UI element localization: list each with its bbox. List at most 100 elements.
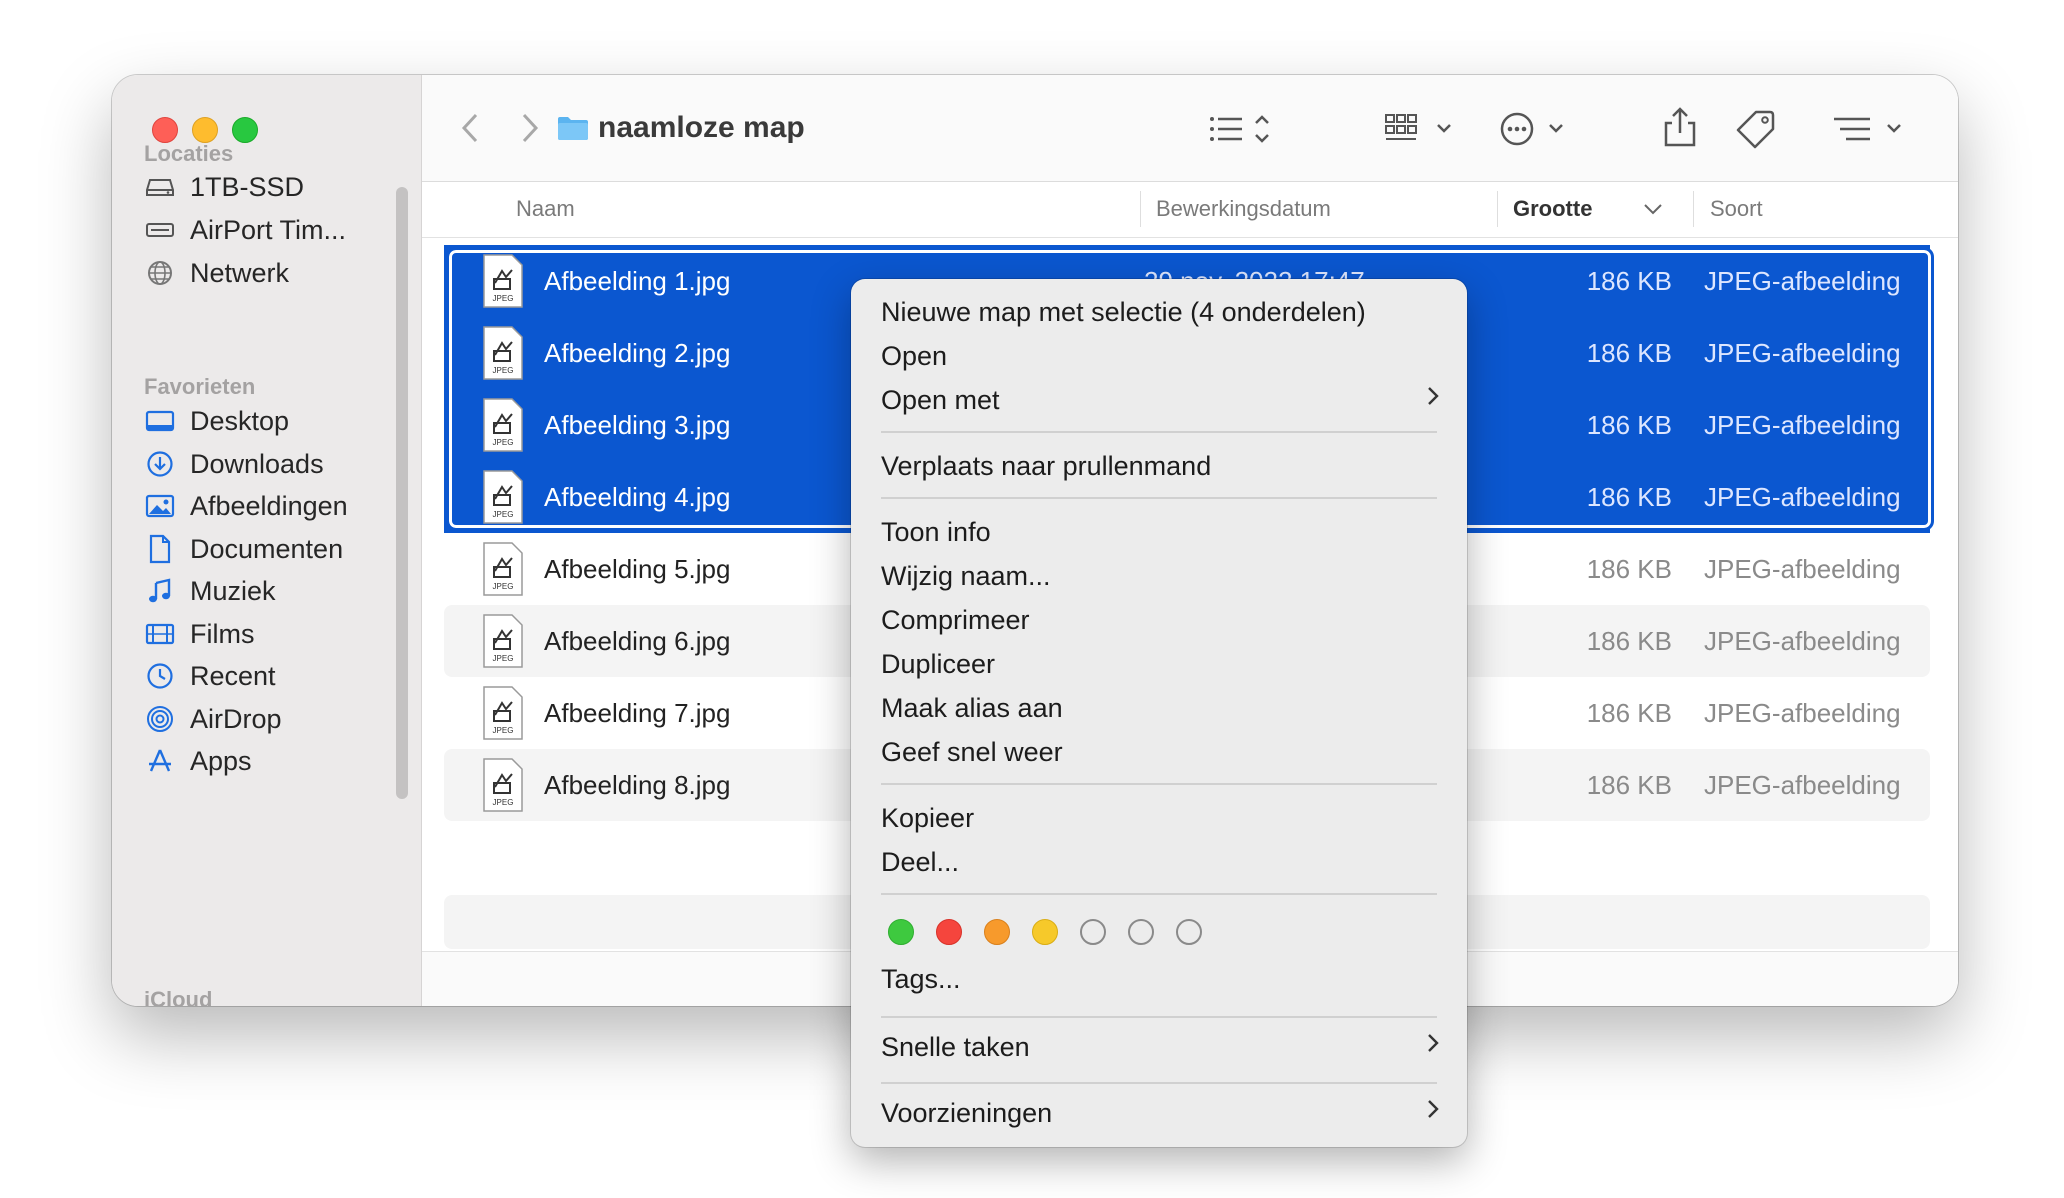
menu-item-label: Snelle taken [881, 1031, 1030, 1062]
chevron-right-icon [1425, 382, 1441, 417]
sidebar-item-documenten[interactable]: Documenten [144, 529, 384, 569]
menu-item-tags[interactable]: Tags... [881, 959, 1441, 999]
downloads-icon [144, 448, 176, 480]
tag-empty-dot[interactable] [1128, 919, 1154, 945]
column-divider[interactable] [1693, 191, 1694, 227]
share-button[interactable] [1662, 105, 1698, 149]
menu-item-get-info[interactable]: Toon info [881, 512, 1441, 552]
file-kind: JPEG-afbeelding [1704, 625, 1901, 656]
menu-item-move-to-trash[interactable]: Verplaats naar prullenmand [881, 446, 1441, 486]
tag-button[interactable] [1736, 109, 1776, 149]
menu-item-quick-actions[interactable]: Snelle taken [881, 1027, 1441, 1067]
tag-yellow-dot[interactable] [1032, 919, 1058, 945]
tag-empty-dot[interactable] [1176, 919, 1202, 945]
window-title: naamloze map [598, 111, 805, 144]
menu-item-new-folder-with-selection[interactable]: Nieuwe map met selectie (4 onderdelen) [881, 292, 1441, 332]
file-size: 186 KB [1586, 481, 1672, 512]
jpeg-file-icon: JPEG [482, 325, 524, 381]
tag-icon [1736, 110, 1775, 149]
chevron-right-icon [1425, 1029, 1441, 1064]
menu-item-quick-look[interactable]: Geef snel weer [881, 732, 1441, 772]
share-icon [1664, 107, 1696, 147]
tag-orange-dot[interactable] [984, 919, 1010, 945]
file-name: Afbeelding 6.jpg [544, 625, 731, 656]
sort-options-button[interactable] [1832, 109, 1908, 149]
svg-text:JPEG: JPEG [493, 726, 514, 735]
file-kind: JPEG-afbeelding [1704, 769, 1901, 800]
sidebar-item-netwerk[interactable]: Netwerk [144, 253, 384, 293]
menu-item-duplicate[interactable]: Dupliceer [881, 644, 1441, 684]
tag-red-dot[interactable] [936, 919, 962, 945]
menu-item-copy[interactable]: Kopieer [881, 798, 1441, 838]
file-size: 186 KB [1586, 769, 1672, 800]
svg-text:JPEG: JPEG [493, 654, 514, 663]
file-name: Afbeelding 3.jpg [544, 409, 731, 440]
sidebar-item-recent[interactable]: Recent [144, 656, 384, 696]
sidebar-item-1tb-ssd[interactable]: 1TB-SSD [144, 167, 384, 207]
action-button[interactable] [1500, 109, 1574, 149]
menu-separator [881, 1082, 1437, 1084]
apps-icon [144, 745, 176, 777]
menu-item-label: Tags... [881, 963, 961, 994]
svg-text:JPEG: JPEG [493, 510, 514, 519]
forward-button[interactable] [518, 111, 542, 145]
menu-item-open[interactable]: Open [881, 336, 1441, 376]
grid-icon [1385, 114, 1451, 140]
file-size: 186 KB [1586, 697, 1672, 728]
sort-chevron-down-icon[interactable] [1642, 181, 1664, 237]
column-kind[interactable]: Soort [1710, 181, 1763, 237]
drive-icon [144, 171, 176, 203]
folder-icon [556, 114, 590, 142]
menu-item-label: Verplaats naar prullenmand [881, 450, 1212, 481]
sidebar-item-label: Desktop [190, 405, 290, 436]
sidebar-item-afbeeldingen[interactable]: Afbeeldingen [144, 486, 384, 526]
sidebar-item-label: Apps [190, 745, 252, 776]
file-name: Afbeelding 1.jpg [544, 265, 731, 296]
column-date[interactable]: Bewerkingsdatum [1156, 181, 1331, 237]
sidebar-heading-locaties: Locaties [144, 141, 234, 166]
menu-separator [881, 431, 1437, 433]
tag-empty-dot[interactable] [1080, 919, 1106, 945]
file-kind: JPEG-afbeelding [1704, 265, 1901, 296]
column-size[interactable]: Grootte [1513, 181, 1592, 237]
jpeg-file-icon: JPEG [482, 541, 524, 597]
jpeg-file-icon: JPEG [482, 613, 524, 669]
svg-text:JPEG: JPEG [493, 582, 514, 591]
jpeg-file-icon: JPEG [482, 253, 524, 309]
zoom-window-button[interactable] [232, 117, 258, 143]
sidebar-item-airport[interactable]: AirPort Tim... [144, 210, 384, 250]
column-divider[interactable] [1497, 191, 1498, 227]
minimize-window-button[interactable] [192, 117, 218, 143]
list-view-button[interactable] [1206, 109, 1276, 149]
menu-item-share[interactable]: Deel... [881, 842, 1441, 882]
sidebar-item-desktop[interactable]: Desktop [144, 401, 384, 441]
sidebar-item-films[interactable]: Films [144, 614, 384, 654]
sidebar-item-label: Downloads [190, 448, 324, 479]
desktop-icon [144, 405, 176, 437]
column-divider[interactable] [1140, 191, 1141, 227]
airdrop-icon [144, 703, 176, 735]
jpeg-file-icon: JPEG [482, 757, 524, 813]
close-window-button[interactable] [152, 117, 178, 143]
film-icon [144, 618, 176, 650]
menu-item-make-alias[interactable]: Maak alias aan [881, 688, 1441, 728]
sidebar-item-apps[interactable]: Apps [144, 741, 384, 781]
menu-item-compress[interactable]: Comprimeer [881, 600, 1441, 640]
sidebar-item-airdrop[interactable]: AirDrop [144, 699, 384, 739]
sidebar-item-muziek[interactable]: Muziek [144, 571, 384, 611]
menu-item-label: Deel... [881, 846, 960, 877]
menu-item-label: Nieuwe map met selectie (4 onderdelen) [881, 296, 1366, 327]
sidebar-item-label: AirPort Tim... [190, 214, 347, 245]
menu-item-open-with[interactable]: Open met [881, 380, 1441, 420]
sidebar-scrollbar[interactable] [396, 187, 408, 799]
tag-green-dot[interactable] [888, 919, 914, 945]
menu-item-services[interactable]: Voorzieningen [881, 1093, 1441, 1133]
group-button[interactable] [1384, 109, 1458, 149]
file-name: Afbeelding 7.jpg [544, 697, 731, 728]
column-name[interactable]: Naam [516, 181, 575, 237]
sidebar-item-downloads[interactable]: Downloads [144, 444, 384, 484]
sidebar-item-label: Afbeeldingen [190, 490, 348, 521]
menu-item-rename[interactable]: Wijzig naam... [881, 556, 1441, 596]
sidebar-item-label: AirDrop [190, 703, 282, 734]
back-button[interactable] [458, 111, 482, 145]
